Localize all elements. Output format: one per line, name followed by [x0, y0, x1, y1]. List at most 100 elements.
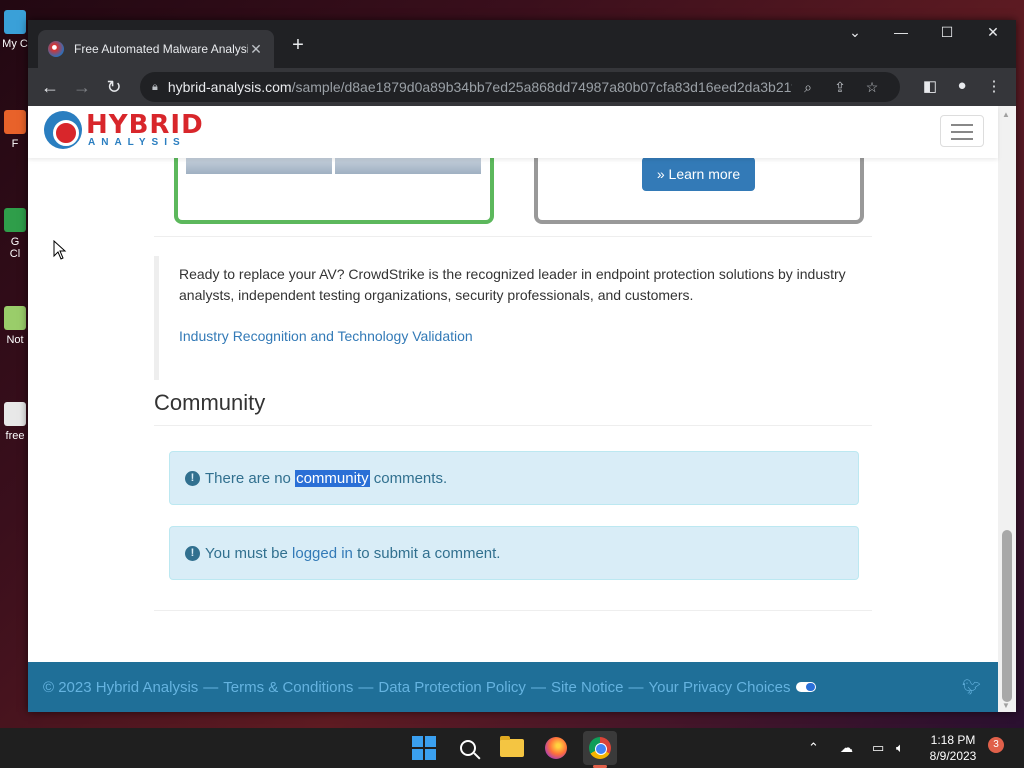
hybrid-analysis-logo[interactable]: HYBRID ANALYSIS [44, 111, 204, 149]
taskbar-search-button[interactable] [454, 734, 482, 762]
desktop-icon-label: My C [2, 38, 28, 50]
crowdstrike-blockquote: Ready to replace your AV? CrowdStrike is… [154, 256, 872, 380]
taskbar-firefox[interactable] [542, 734, 570, 762]
desktop-icon-label: Not [6, 334, 24, 346]
onedrive-icon[interactable]: ☁ [840, 740, 853, 756]
hamburger-menu-button[interactable] [940, 115, 984, 147]
folder-icon [500, 736, 524, 757]
alert-text-end: to submit a comment. [352, 544, 501, 562]
footer-separator: — [203, 678, 219, 696]
site-header: HYBRID ANALYSIS [28, 106, 998, 158]
clock[interactable]: 1:18 PM 8/9/2023 [922, 732, 984, 764]
tab-search-chevron-down-icon[interactable]: ⌄ [840, 24, 870, 41]
taskbar-chrome[interactable] [583, 731, 617, 765]
browser-window: Free Automated Malware Analysi ✕ + ⌄ — ☐… [28, 20, 1016, 712]
privacy-toggle-icon[interactable] [795, 682, 816, 692]
highlighted-word: community [295, 469, 370, 487]
terms-link[interactable]: Terms & Conditions [223, 679, 353, 696]
web-page: HYBRID ANALYSIS » Learn more Ready to re… [28, 106, 1016, 712]
divider [154, 610, 872, 611]
scroll-down-icon[interactable]: ▼ [1002, 701, 1010, 710]
browser-toolbar: ← → ↻ 🔒︎ hybrid-analysis.com/sample/d8ae… [28, 68, 1016, 106]
taskbar-file-explorer[interactable] [498, 734, 526, 762]
logo-mark-icon [44, 111, 82, 149]
minimize-button[interactable]: — [886, 24, 916, 40]
learn-more-button[interactable]: » Learn more [642, 157, 755, 191]
search-icon [460, 740, 476, 756]
clock-date: 8/9/2023 [929, 749, 977, 763]
copyright-link[interactable]: © 2023 Hybrid Analysis [43, 679, 198, 696]
reload-icon[interactable]: ↻ [98, 77, 130, 98]
footer-separator: — [358, 678, 374, 696]
browser-tab[interactable]: Free Automated Malware Analysi ✕ [38, 30, 274, 68]
desktop-icon-label: F [11, 138, 19, 150]
start-button[interactable] [410, 734, 438, 762]
profile-icon[interactable]: ● [950, 77, 974, 94]
forward-arrow-icon[interactable]: → [66, 77, 98, 98]
alert-text-end: comments. [369, 469, 448, 487]
exclamation-icon: ! [185, 545, 200, 561]
divider [154, 236, 872, 237]
exclamation-icon: ! [185, 470, 200, 486]
windows-logo-icon [412, 736, 436, 760]
logged-in-link[interactable]: logged in [292, 545, 353, 562]
no-comments-alert: ! There are no community comments. [169, 451, 859, 505]
lock-icon[interactable]: 🔒︎ [152, 81, 158, 94]
url-path: /sample/d8ae1879d0a89b34bb7ed25a868dd749… [291, 79, 792, 95]
firefox-icon [4, 110, 26, 134]
close-window-button[interactable]: ✕ [978, 24, 1008, 41]
footer-separator: — [628, 678, 644, 696]
desktop-icon-notepad[interactable]: Not [0, 306, 30, 346]
mouse-cursor-icon [53, 240, 67, 260]
alert-text: There are no [205, 469, 296, 487]
firefox-icon [545, 737, 567, 759]
clock-time: 1:18 PM [930, 733, 976, 747]
bookmark-star-icon[interactable]: ☆ [856, 79, 888, 96]
chrome-icon [589, 737, 611, 759]
site-notice-link[interactable]: Site Notice [551, 679, 624, 696]
back-arrow-icon[interactable]: ← [34, 77, 66, 98]
share-icon[interactable]: ⇪ [824, 79, 856, 96]
computer-icon [4, 10, 26, 34]
side-panel-icon[interactable]: ◧ [918, 77, 942, 95]
network-icon[interactable]: ▭ [872, 740, 884, 756]
scrollbar-thumb[interactable] [1002, 530, 1012, 702]
search-icon[interactable]: ⌕ [792, 79, 824, 96]
taskbar: ⌃ ☁ ▭ 🔈︎ 1:18 PM 8/9/2023 3 [0, 728, 1024, 768]
tab-title: Free Automated Malware Analysi [74, 42, 248, 56]
new-tab-button[interactable]: + [286, 34, 310, 57]
data-protection-link[interactable]: Data Protection Policy [378, 679, 526, 696]
url-text[interactable]: hybrid-analysis.com/sample/d8ae1879d0a89… [168, 79, 792, 95]
industry-recognition-link[interactable]: Industry Recognition and Technology Vali… [179, 328, 872, 344]
notification-badge[interactable]: 3 [988, 737, 1004, 753]
alert-text: You must be [205, 544, 293, 562]
scroll-up-icon[interactable]: ▲ [1002, 110, 1010, 119]
community-heading: Community [154, 390, 266, 415]
tab-close-icon[interactable]: ✕ [248, 41, 264, 58]
desktop-icon-label: G Cl [9, 236, 21, 260]
address-bar[interactable]: 🔒︎ hybrid-analysis.com/sample/d8ae1879d0… [140, 72, 900, 102]
av-replacement-text: Ready to replace your AV? CrowdStrike is… [179, 266, 846, 303]
privacy-choices-link[interactable]: Your Privacy Choices [648, 679, 790, 696]
volume-icon[interactable]: 🔈︎ [896, 740, 904, 756]
twitter-icon[interactable]: 🐦︎ [962, 678, 981, 696]
maximize-button[interactable]: ☐ [932, 24, 962, 41]
divider [154, 425, 872, 426]
login-required-alert: ! You must be logged in to submit a comm… [169, 526, 859, 580]
desktop-icon-chrome[interactable]: G Cl [0, 208, 30, 260]
notepad-icon [4, 306, 26, 330]
file-icon [4, 402, 26, 426]
menu-kebab-icon[interactable]: ⋮ [982, 77, 1006, 95]
desktop-icon-firefox[interactable]: F [0, 110, 30, 150]
favicon-icon [48, 41, 64, 57]
footer-separator: — [530, 678, 546, 696]
url-host: hybrid-analysis.com [167, 79, 292, 95]
chrome-icon [4, 208, 26, 232]
tray-chevron-up-icon[interactable]: ⌃ [808, 740, 819, 756]
desktop-icon-label: free [5, 430, 25, 442]
desktop-icon-file[interactable]: free [0, 402, 30, 442]
tab-bar: Free Automated Malware Analysi ✕ + ⌄ — ☐… [28, 20, 1016, 68]
page-scrollbar[interactable]: ▲ ▼ [998, 106, 1016, 712]
desktop-icon-my-computer[interactable]: My C [0, 10, 30, 50]
site-footer: © 2023 Hybrid Analysis — Terms & Conditi… [28, 662, 998, 712]
